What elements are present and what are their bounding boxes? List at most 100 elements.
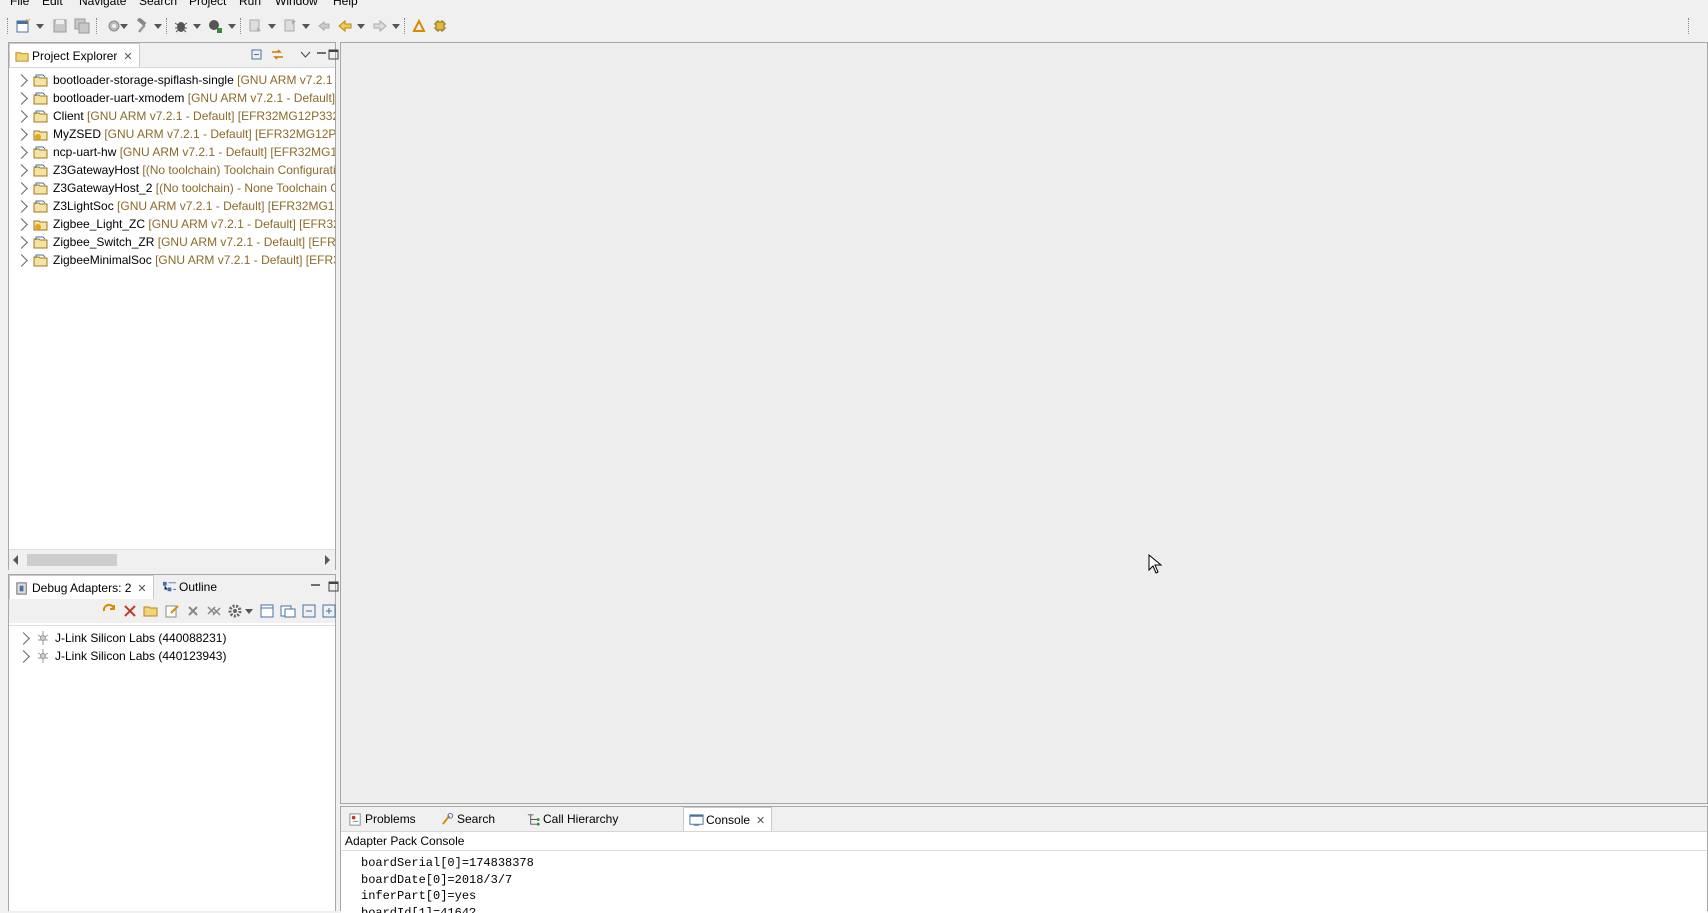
toolbar-overflow-grip [1688,18,1691,34]
gear-icon[interactable] [227,603,243,619]
menu-navigate[interactable]: Navigate [79,0,126,8]
disconnect-icon[interactable] [122,603,138,619]
view-menu-icon[interactable] [299,48,312,61]
save-icon[interactable] [52,18,68,34]
menu-bar: File Edit Navigate Search Project Run Wi… [0,0,1708,8]
new-icon[interactable] [15,18,31,34]
menu-help[interactable]: Help [333,0,358,8]
back-arrow-icon[interactable] [337,18,353,34]
collapse-all-icon[interactable] [251,48,264,61]
tree-row[interactable]: Z3LightSoc [GNU ARM v7.2.1 - Default] [E… [9,197,335,215]
menu-run[interactable]: Run [239,0,261,8]
edit-icon[interactable] [164,603,180,619]
tab-console[interactable]: Console✕ [683,807,772,831]
project-folder-icon [33,108,49,124]
build-configurations-dropdown-icon[interactable] [120,24,128,29]
chevron-right-icon[interactable] [15,146,28,159]
chevron-right-icon[interactable] [17,632,30,645]
chevron-right-icon[interactable] [15,110,28,123]
console-panel: Problems Search Call Hierarchy Console✕ … [340,806,1708,911]
tree-row[interactable]: J-Link Silicon Labs (440123943) [9,647,335,665]
menu-edit[interactable]: Edit [42,0,63,8]
tab-problems[interactable]: Problems [343,807,422,831]
tab-outline[interactable]: Outline [157,575,223,599]
tree-row[interactable]: ZigbeeMinimalSoc [GNU ARM v7.2.1 - Defau… [9,251,335,269]
scroll-left-icon[interactable] [13,555,18,565]
maximize-icon[interactable] [327,48,340,61]
tree-row[interactable]: J-Link Silicon Labs (440088231) [9,629,335,647]
external-tools-dropdown-icon[interactable] [228,24,236,29]
gear-dropdown-icon[interactable] [245,609,253,614]
previous-annotation-dropdown-icon[interactable] [302,24,310,29]
tree-row[interactable]: ncp-uart-hw [GNU ARM v7.2.1 - Default] [… [9,143,335,161]
chevron-right-icon[interactable] [15,182,28,195]
console-output[interactable]: boardSerial[0]=174838378 boardDate[0]=20… [341,850,1707,913]
simplicity-launcher-icon[interactable] [411,18,427,34]
scroll-right-icon[interactable] [325,555,330,565]
previous-annotation-icon[interactable] [283,18,299,34]
chevron-right-icon[interactable] [15,128,28,141]
tree-row[interactable]: Zigbee_Light_ZC [GNU ARM v7.2.1 - Defaul… [9,215,335,233]
back-dropdown-icon[interactable] [357,24,365,29]
tree-row[interactable]: Client [GNU ARM v7.2.1 - Default] [EFR32… [9,107,335,125]
link-with-editor-icon[interactable] [271,48,284,61]
new-window-icon[interactable] [280,603,296,619]
menu-window[interactable]: Window [275,0,318,8]
next-annotation-icon[interactable] [248,18,264,34]
maximize-icon[interactable] [327,580,340,593]
tree-row[interactable]: bootloader-uart-xmodem [GNU ARM v7.2.1 -… [9,89,335,107]
chevron-right-icon[interactable] [15,92,28,105]
forward-arrow-icon[interactable] [372,18,388,34]
remove-icon[interactable] [185,603,201,619]
open-folder-icon[interactable] [143,603,159,619]
horizontal-scrollbar[interactable] [9,549,335,570]
layout-icon[interactable] [259,603,275,619]
build-dropdown-icon[interactable] [154,24,162,29]
tab-search[interactable]: Search [435,807,501,831]
last-edit-location-icon[interactable] [316,18,332,34]
menu-project[interactable]: Project [189,0,226,8]
next-annotation-dropdown-icon[interactable] [268,24,276,29]
chevron-right-icon[interactable] [15,254,28,267]
tab-label: Outline [179,580,217,594]
run-external-tools-icon[interactable] [207,18,223,34]
debug-adapters-toolbar [9,599,335,623]
chevron-right-icon[interactable] [15,164,28,177]
tree-row[interactable]: bootloader-storage-spiflash-single [GNU … [9,71,335,89]
save-all-icon[interactable] [74,18,90,34]
close-icon[interactable]: ✕ [123,51,132,63]
refresh-icon[interactable] [101,603,117,619]
expand-all-icon[interactable] [321,603,337,619]
tree-row[interactable]: MyZSED [GNU ARM v7.2.1 - Default] [EFR32… [9,125,335,143]
chevron-right-icon[interactable] [15,200,28,213]
tree-row[interactable]: Z3GatewayHost_2 [(No toolchain) - None T… [9,179,335,197]
scrollbar-thumb[interactable] [27,554,117,566]
chevron-right-icon[interactable] [15,236,28,249]
tab-project-explorer[interactable]: Project Explorer✕ [9,43,140,67]
tree-row[interactable]: Zigbee_Switch_ZR [GNU ARM v7.2.1 - Defau… [9,233,335,251]
tree-row[interactable]: Z3GatewayHost [(No toolchain) Toolchain … [9,161,335,179]
hammer-build-icon[interactable] [134,18,150,34]
debug-dropdown-icon[interactable] [193,24,201,29]
chip-icon[interactable] [432,18,448,34]
minimize-icon[interactable] [309,580,322,593]
menu-file[interactable]: File [10,0,29,8]
tab-debug-adapters[interactable]: Debug Adapters: 2✕ [9,575,154,599]
close-icon[interactable]: ✕ [756,815,765,827]
debug-bug-icon[interactable] [173,18,189,34]
close-icon[interactable]: ✕ [137,583,146,595]
tab-call-hierarchy[interactable]: Call Hierarchy [521,807,624,831]
menu-search[interactable]: Search [139,0,177,8]
call-hierarchy-icon [526,811,541,826]
editor-area[interactable] [340,42,1708,804]
project-folder-warning-icon [33,216,49,232]
chevron-right-icon[interactable] [15,74,28,87]
chevron-right-icon[interactable] [17,650,30,663]
forward-dropdown-icon[interactable] [392,24,400,29]
collapse-all-icon[interactable] [301,603,317,619]
remove-all-icon[interactable] [206,603,222,619]
problems-icon [348,811,363,826]
debug-adapters-header: Debug Adapters: 2✕ Outline [9,575,335,600]
chevron-right-icon[interactable] [15,218,28,231]
new-dropdown-icon[interactable] [36,24,44,29]
